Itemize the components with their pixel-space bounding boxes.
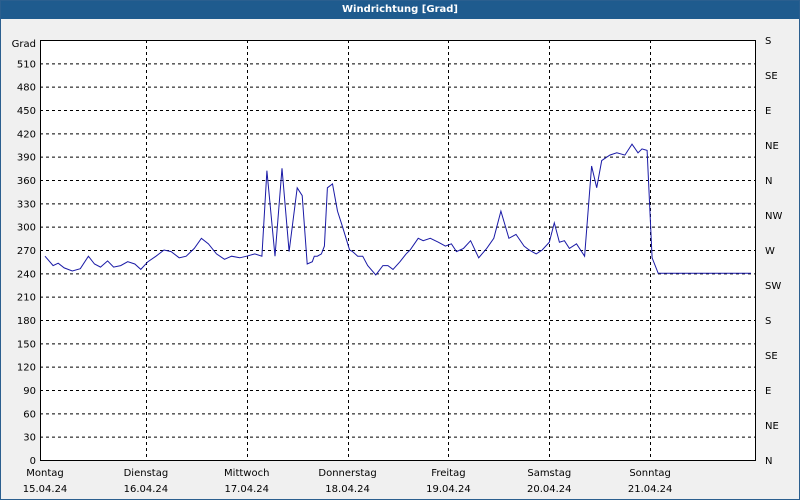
compass-label: S xyxy=(765,36,771,47)
x-date-label: 19.04.24 xyxy=(426,484,471,495)
x-day-label: Mittwoch xyxy=(224,468,269,479)
y-tick-label: 300 xyxy=(17,223,36,234)
y-tick-label: 510 xyxy=(17,59,36,70)
compass-label: SE xyxy=(765,71,778,82)
y-tick-label: 420 xyxy=(17,129,36,140)
y-tick-label: 240 xyxy=(17,269,36,280)
compass-label: NW xyxy=(765,211,782,222)
y-tick-label: 60 xyxy=(23,409,36,420)
compass-label: SE xyxy=(765,351,778,362)
y-tick-label: 450 xyxy=(17,106,36,117)
x-date-label: 16.04.24 xyxy=(124,484,169,495)
y-tick-label: 120 xyxy=(17,363,36,374)
y-tick-label: 0 xyxy=(30,456,36,467)
compass-label: E xyxy=(765,106,771,117)
x-day-label: Montag xyxy=(26,468,63,479)
x-day-label: Donnerstag xyxy=(318,468,376,479)
y-tick-label: 180 xyxy=(17,316,36,327)
y-tick-label: 270 xyxy=(17,246,36,257)
compass-label: SW xyxy=(765,281,781,292)
x-day-label: Freitag xyxy=(431,468,465,479)
y-tick-label: 480 xyxy=(17,83,36,94)
x-date-label: 17.04.24 xyxy=(224,484,269,495)
y-tick-label: 330 xyxy=(17,199,36,210)
compass-label: NE xyxy=(765,421,779,432)
y-tick-label: 210 xyxy=(17,293,36,304)
x-date-label: 20.04.24 xyxy=(527,484,572,495)
compass-label: NE xyxy=(765,141,779,152)
y-tick-label: 390 xyxy=(17,153,36,164)
line-chart: 0 30 60 90 120 150 180 210 240 270 300 330 360 390 420… xyxy=(12,36,783,495)
compass-label: W xyxy=(765,246,775,257)
y-tick-label: 150 xyxy=(17,339,36,350)
compass-label: N xyxy=(765,456,772,467)
x-date-label: 15.04.24 xyxy=(23,484,68,495)
x-day-label: Samstag xyxy=(527,468,571,479)
y-tick-label: 30 xyxy=(23,433,36,444)
x-date-label: 21.04.24 xyxy=(628,484,673,495)
x-date-label: 18.04.24 xyxy=(325,484,370,495)
compass-label: E xyxy=(765,386,771,397)
y-axis-label: Grad xyxy=(12,39,36,50)
y-tick-label: 360 xyxy=(17,176,36,187)
compass-label: N xyxy=(765,176,772,187)
compass-label: S xyxy=(765,316,771,327)
x-day-label: Dienstag xyxy=(124,468,169,479)
y-tick-label: 90 xyxy=(23,386,36,397)
x-day-label: Sonntag xyxy=(629,468,671,479)
